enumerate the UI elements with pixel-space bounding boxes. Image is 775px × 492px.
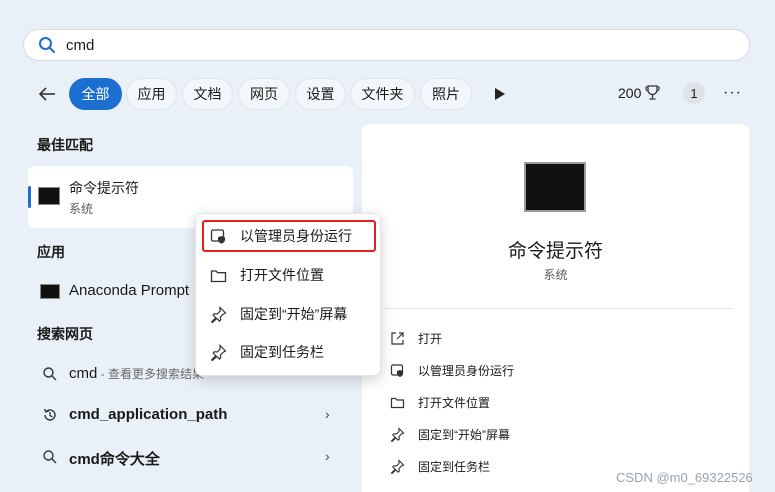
context-item-label: 固定到任务栏 [240,344,324,360]
apps-heading: 应用 [37,244,65,260]
notification-badge[interactable]: 1 [683,82,705,104]
search-icon [39,37,55,53]
trophy-icon [645,85,660,100]
search-input[interactable]: cmd [23,29,750,61]
tab-folders[interactable]: 文件夹 [350,78,415,110]
command-prompt-icon [38,187,60,205]
search-query[interactable]: cmd [66,37,94,54]
tab-all[interactable]: 全部 [69,78,122,110]
points-value: 200 [618,85,642,101]
tab-settings[interactable]: 设置 [295,78,346,110]
context-pin-to-start[interactable]: 固定到“开始”屏幕 [210,303,347,325]
app-label: Anaconda Prompt [69,282,190,299]
action-label: 固定到任务栏 [418,459,491,474]
context-item-label: 以管理员身份运行 [240,228,352,244]
tab-photos[interactable]: 照片 [420,78,472,110]
tab-web[interactable]: 网页 [238,78,290,110]
search-icon [43,367,57,381]
chevron-right-icon[interactable]: › [325,406,330,422]
watermark: CSDN @m0_69322526 [616,470,753,485]
context-item-label: 固定到“开始”屏幕 [240,306,348,322]
best-match-subtitle: 系统 [69,202,94,216]
action-open[interactable]: 打开 [390,327,442,349]
action-label: 打开 [418,331,443,346]
selection-indicator [28,186,31,208]
filter-tabs: 全部 应用 文档 网页 设置 文件夹 照片 200 1 ··· [0,76,775,112]
action-label: 固定到“开始”屏幕 [418,427,510,442]
back-arrow-icon[interactable] [37,84,57,104]
action-label: 打开文件位置 [418,395,491,410]
action-label: 以管理员身份运行 [418,363,515,378]
detail-pane: 命令提示符 系统 打开 以管理员身份运行 打开文件位置 固定到“开始”屏幕 固定… [362,124,749,492]
context-pin-to-taskbar[interactable]: 固定到任务栏 [210,341,324,363]
action-run-as-admin[interactable]: 以管理员身份运行 [390,359,514,381]
web-search-heading: 搜索网页 [37,326,93,342]
play-icon[interactable] [494,87,506,101]
history-icon [43,408,56,421]
detail-title: 命令提示符 [507,241,603,262]
pin-icon [210,305,227,323]
web-result-cmd-commands[interactable]: cmd命令大全 › [28,439,353,475]
chevron-right-icon[interactable]: › [325,448,330,464]
open-icon [391,331,404,345]
web-result-cmd-application-path[interactable]: cmd_application_path › [28,397,353,433]
divider [384,308,734,309]
shield-icon [390,363,404,377]
search-icon [43,450,57,464]
folder-icon [210,269,227,282]
web-result-label: cmd - 查看更多搜索结果 [69,365,205,382]
context-open-file-location[interactable]: 打开文件位置 [210,264,324,286]
action-pin-to-start[interactable]: 固定到“开始”屏幕 [390,423,510,445]
more-options-button[interactable]: ··· [723,84,742,102]
detail-subtitle: 系统 [543,268,568,282]
rewards-points[interactable]: 200 [618,85,660,101]
shield-icon [210,228,225,244]
anaconda-prompt-icon [40,284,60,299]
pin-icon [390,458,405,474]
tab-documents[interactable]: 文档 [182,78,233,110]
context-item-label: 打开文件位置 [240,267,324,283]
context-run-as-admin[interactable]: 以管理员身份运行 [210,225,352,247]
web-result-label: cmd命令大全 [69,451,160,468]
action-open-file-location[interactable]: 打开文件位置 [390,391,490,413]
pin-icon [210,343,227,361]
best-match-title: 命令提示符 [69,180,139,196]
context-menu: 以管理员身份运行 打开文件位置 固定到“开始”屏幕 固定到任务栏 [195,213,381,376]
tab-apps[interactable]: 应用 [126,78,177,110]
pin-icon [390,426,405,442]
command-prompt-large-icon [524,162,586,212]
action-pin-to-taskbar[interactable]: 固定到任务栏 [390,455,490,477]
folder-icon [390,397,405,408]
best-match-heading: 最佳匹配 [37,137,93,153]
web-result-label: cmd_application_path [69,406,228,423]
